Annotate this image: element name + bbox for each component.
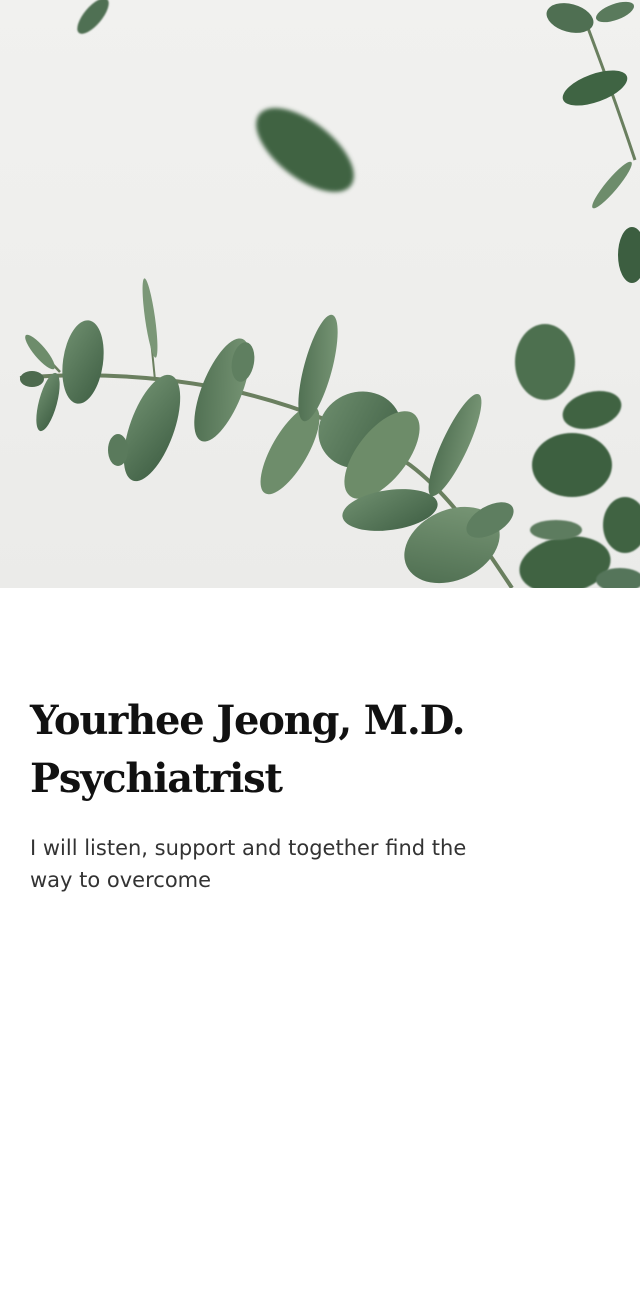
eucalyptus-branch-icon [19, 0, 640, 588]
doctor-name: Yourhee Jeong, M.D. [30, 697, 466, 744]
hero-image [0, 0, 640, 588]
doctor-title: Psychiatrist [30, 755, 283, 802]
tagline: I will listen, support and together find… [30, 836, 467, 892]
profile-section: Yourhee Jeong, M.D. Psychiatrist I will … [30, 692, 610, 917]
